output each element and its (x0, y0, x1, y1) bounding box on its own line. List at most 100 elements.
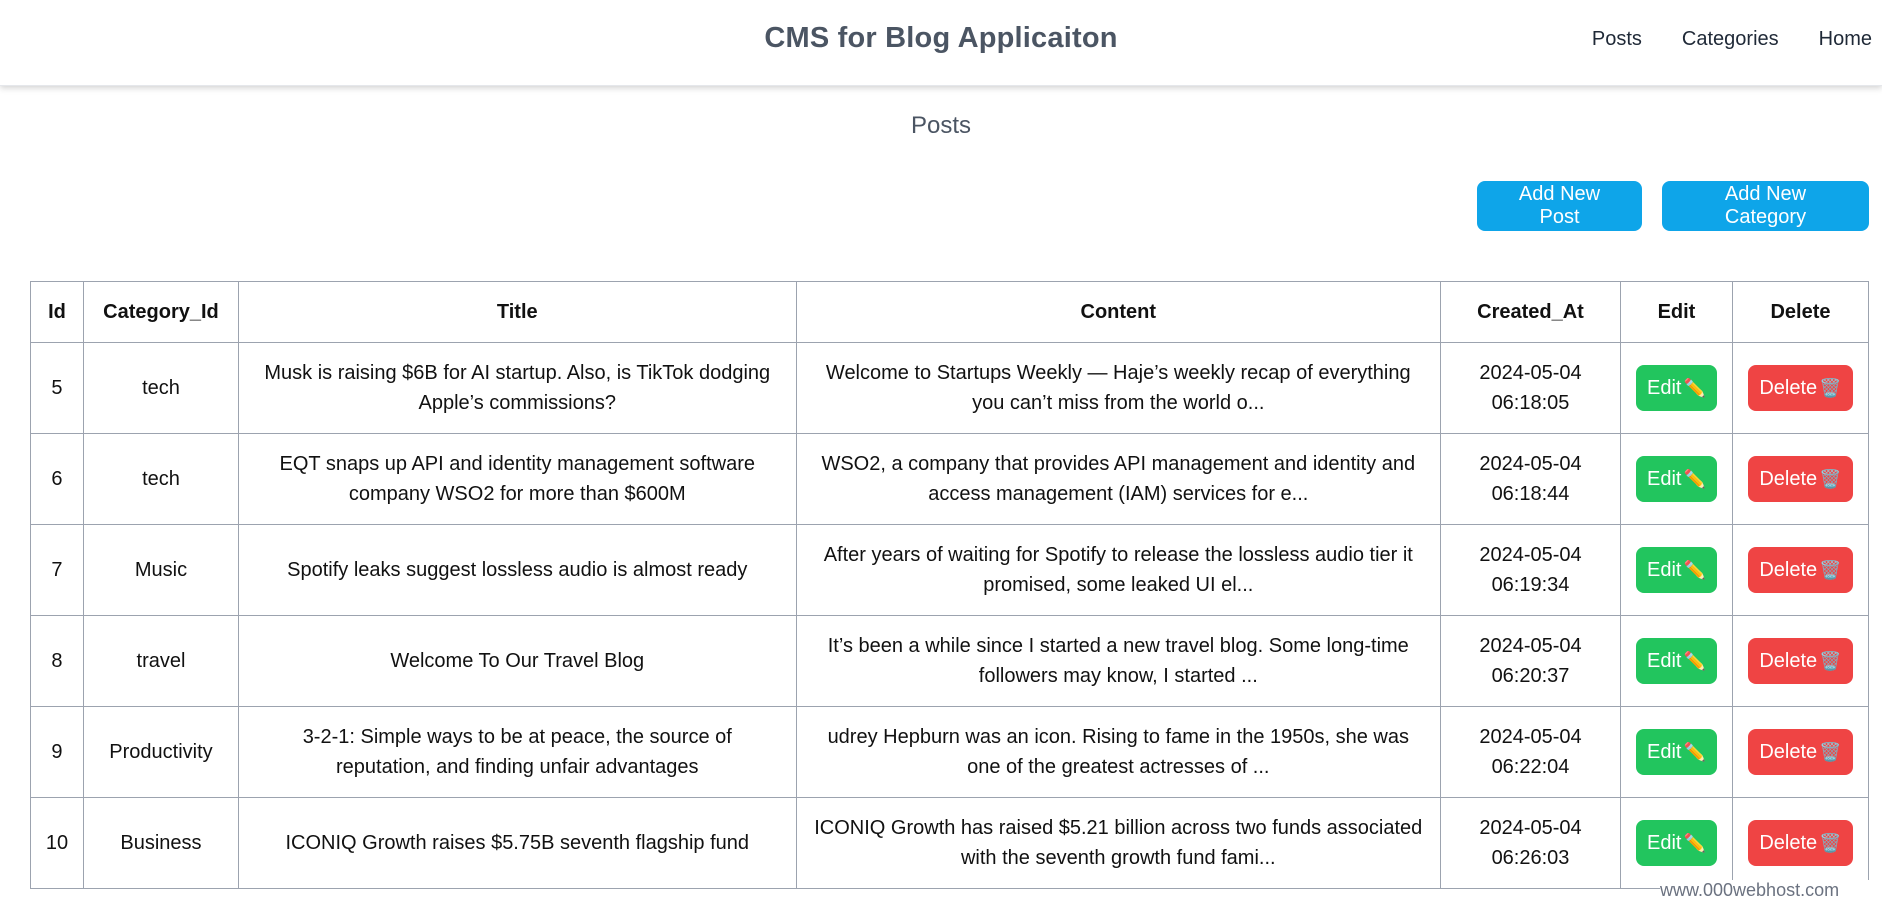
edit-button[interactable]: Edit ✏️ (1635, 456, 1717, 502)
cell-category: Music (82, 524, 239, 616)
column-header-created: Created_At (1440, 281, 1621, 343)
delete-button[interactable]: Delete 🗑️ (1747, 547, 1853, 593)
delete-label: Delete (1759, 467, 1818, 490)
edit-button[interactable]: Edit ✏️ (1635, 547, 1717, 593)
pencil-icon: ✏️ (1683, 741, 1706, 762)
edit-label: Edit (1647, 740, 1682, 763)
cell-id: 6 (30, 433, 84, 525)
delete-button[interactable]: Delete 🗑️ (1747, 820, 1853, 866)
cell-content: After years of waiting for Spotify to re… (795, 524, 1442, 616)
column-header-category: Category_Id (82, 281, 239, 343)
edit-label: Edit (1647, 558, 1682, 581)
delete-button[interactable]: Delete 🗑️ (1747, 729, 1853, 775)
delete-label: Delete (1759, 740, 1818, 763)
cell-edit: Edit ✏️ (1619, 615, 1733, 707)
pencil-icon: ✏️ (1683, 559, 1706, 580)
delete-button[interactable]: Delete 🗑️ (1747, 638, 1853, 684)
cell-category: tech (82, 433, 239, 525)
pencil-icon: ✏️ (1683, 377, 1706, 398)
table-row: 9 Productivity 3-2-1: Simple ways to be … (30, 706, 1870, 798)
delete-button[interactable]: Delete 🗑️ (1747, 365, 1853, 411)
edit-button[interactable]: Edit ✏️ (1635, 820, 1717, 866)
cell-content: ICONIQ Growth has raised $5.21 billion a… (795, 797, 1442, 889)
wastebasket-icon: 🗑️ (1819, 377, 1842, 398)
add-new-category-button[interactable]: Add New Category (1662, 181, 1869, 231)
delete-label: Delete (1759, 558, 1818, 581)
cell-category: Business (82, 797, 239, 889)
cell-id: 8 (30, 615, 84, 707)
wastebasket-icon: 🗑️ (1819, 741, 1842, 762)
column-header-id: Id (30, 281, 84, 343)
table-row: 6 tech EQT snaps up API and identity man… (30, 433, 1870, 525)
add-new-post-button[interactable]: Add New Post (1477, 181, 1642, 231)
edit-label: Edit (1647, 649, 1682, 672)
cell-delete: Delete 🗑️ (1731, 615, 1870, 707)
column-header-edit: Edit (1619, 281, 1733, 343)
wastebasket-icon: 🗑️ (1819, 559, 1842, 580)
cell-id: 10 (30, 797, 84, 889)
host-watermark[interactable]: www.000webhost.com (1660, 880, 1882, 904)
cell-title: 3-2-1: Simple ways to be at peace, the s… (237, 706, 797, 798)
nav-links: Posts Categories Home (1552, 28, 1872, 51)
cell-created-at: 2024-05-04 06:18:44 (1440, 433, 1621, 525)
cell-title: EQT snaps up API and identity management… (237, 433, 797, 525)
table-row: 7 Music Spotify leaks suggest lossless a… (30, 524, 1870, 616)
nav-link-home[interactable]: Home (1819, 28, 1872, 51)
cell-delete: Delete 🗑️ (1731, 706, 1870, 798)
pencil-icon: ✏️ (1683, 650, 1706, 671)
cell-category: tech (82, 342, 239, 434)
wastebasket-icon: 🗑️ (1819, 650, 1842, 671)
cell-delete: Delete 🗑️ (1731, 433, 1870, 525)
edit-button[interactable]: Edit ✏️ (1635, 638, 1717, 684)
pencil-icon: ✏️ (1683, 832, 1706, 853)
cell-edit: Edit ✏️ (1619, 706, 1733, 798)
cell-edit: Edit ✏️ (1619, 797, 1733, 889)
cell-category: Productivity (82, 706, 239, 798)
cell-content: It’s been a while since I started a new … (795, 615, 1442, 707)
delete-label: Delete (1759, 649, 1818, 672)
cell-id: 9 (30, 706, 84, 798)
cell-edit: Edit ✏️ (1619, 342, 1733, 434)
cell-id: 7 (30, 524, 84, 616)
table-row: 10 Business ICONIQ Growth raises $5.75B … (30, 797, 1870, 889)
delete-button[interactable]: Delete 🗑️ (1747, 456, 1853, 502)
table-body: 5 tech Musk is raising $6B for AI startu… (30, 342, 1870, 889)
cell-delete: Delete 🗑️ (1731, 797, 1870, 889)
delete-label: Delete (1759, 376, 1818, 399)
cell-title: Welcome To Our Travel Blog (237, 615, 797, 707)
cell-created-at: 2024-05-04 06:26:03 (1440, 797, 1621, 889)
cell-id: 5 (30, 342, 84, 434)
cell-title: Spotify leaks suggest lossless audio is … (237, 524, 797, 616)
cell-delete: Delete 🗑️ (1731, 524, 1870, 616)
nav-link-categories[interactable]: Categories (1682, 28, 1779, 51)
edit-button[interactable]: Edit ✏️ (1635, 729, 1717, 775)
wastebasket-icon: 🗑️ (1819, 468, 1842, 489)
cell-created-at: 2024-05-04 06:20:37 (1440, 615, 1621, 707)
edit-label: Edit (1647, 831, 1682, 854)
cell-created-at: 2024-05-04 06:19:34 (1440, 524, 1621, 616)
cell-content: Welcome to Startups Weekly — Haje’s week… (795, 342, 1442, 434)
table-row: 8 travel Welcome To Our Travel Blog It’s… (30, 615, 1870, 707)
table-row: 5 tech Musk is raising $6B for AI startu… (30, 342, 1870, 434)
cell-category: travel (82, 615, 239, 707)
column-header-content: Content (795, 281, 1442, 343)
navbar: CMS for Blog Applicaiton Posts Categorie… (0, 0, 1882, 86)
column-header-title: Title (237, 281, 797, 343)
delete-label: Delete (1759, 831, 1818, 854)
cell-content: WSO2, a company that provides API manage… (795, 433, 1442, 525)
page-title: Posts (910, 112, 972, 139)
edit-label: Edit (1647, 467, 1682, 490)
cell-created-at: 2024-05-04 06:18:05 (1440, 342, 1621, 434)
cell-edit: Edit ✏️ (1619, 433, 1733, 525)
table-header-row: Id Category_Id Title Content Created_At … (30, 281, 1870, 343)
edit-button[interactable]: Edit ✏️ (1635, 365, 1717, 411)
cell-delete: Delete 🗑️ (1731, 342, 1870, 434)
pencil-icon: ✏️ (1683, 468, 1706, 489)
column-header-delete: Delete (1731, 281, 1870, 343)
posts-table: Id Category_Id Title Content Created_At … (30, 281, 1870, 889)
wastebasket-icon: 🗑️ (1819, 832, 1842, 853)
edit-label: Edit (1647, 376, 1682, 399)
cell-title: Musk is raising $6B for AI startup. Also… (237, 342, 797, 434)
nav-link-posts[interactable]: Posts (1592, 28, 1642, 51)
cell-content: udrey Hepburn was an icon. Rising to fam… (795, 706, 1442, 798)
